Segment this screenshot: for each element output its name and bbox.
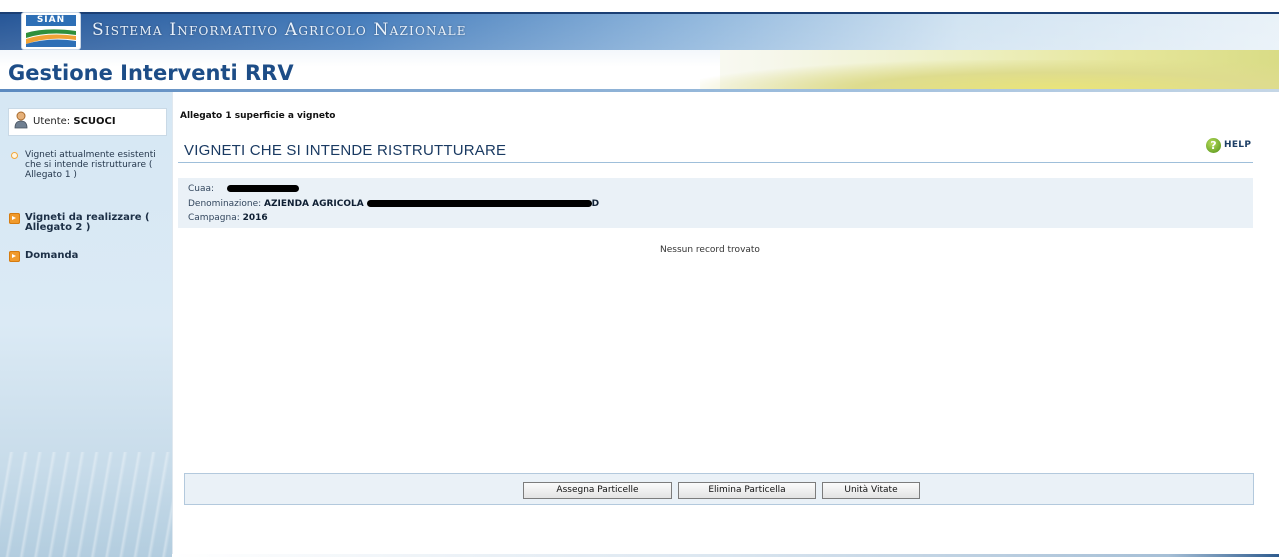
banner-top-rule bbox=[0, 12, 1279, 14]
denominazione-value: AZIENDA AGRICOLA bbox=[264, 199, 364, 209]
help-link[interactable]: HELP bbox=[1224, 140, 1251, 150]
sidebar-item-allegato2[interactable]: Vigneti da realizzare ( Allegato 2 ) bbox=[25, 213, 165, 233]
banner-top-strip bbox=[0, 0, 1279, 12]
user-label: Utente: bbox=[33, 116, 71, 127]
breadcrumb: Allegato 1 superficie a vigneto bbox=[180, 111, 336, 121]
sidebar-item-domanda-label: Domanda bbox=[25, 250, 79, 261]
unita-vitate-button[interactable]: Unità Vitate bbox=[822, 482, 920, 499]
user-info: Utente: SCUOCI bbox=[33, 116, 116, 127]
empty-message: Nessun record trovato bbox=[660, 245, 760, 255]
campagna-line: Campagna: 2016 bbox=[188, 213, 268, 223]
circle-bullet-icon bbox=[11, 152, 18, 159]
orange-arrow-icon bbox=[9, 251, 20, 262]
system-title: Sistema Informativo Agricolo Nazionale bbox=[92, 20, 467, 40]
page-title: VIGNETI CHE SI INTENDE RISTRUTTURARE bbox=[184, 142, 507, 159]
denominazione-suffix: D bbox=[591, 199, 600, 209]
orange-arrow-icon bbox=[9, 213, 20, 224]
sian-logo-text: SIAN bbox=[26, 15, 76, 26]
sidebar-item-allegato1[interactable]: Vigneti attualmente esistenti che si int… bbox=[25, 150, 165, 180]
app-title: Gestione Interventi RRV bbox=[8, 61, 294, 85]
sidebar-item-domanda[interactable]: Domanda bbox=[25, 251, 78, 261]
cuaa-label: Cuaa: bbox=[188, 184, 215, 194]
sidebar-divider bbox=[172, 92, 173, 557]
denominazione-redaction bbox=[366, 200, 592, 207]
sidebar-item-allegato2-label: Vigneti da realizzare ( Allegato 2 ) bbox=[25, 212, 150, 233]
sidebar-wheat-texture bbox=[0, 452, 172, 557]
title-underline bbox=[178, 162, 1253, 163]
cuaa-redaction bbox=[227, 185, 299, 192]
campagna-label: Campagna: bbox=[188, 213, 240, 223]
elimina-particella-button[interactable]: Elimina Particella bbox=[678, 482, 816, 499]
denominazione-label: Denominazione: bbox=[188, 199, 262, 209]
user-icon bbox=[14, 111, 28, 129]
denominazione-line: Denominazione: AZIENDA AGRICOLA D bbox=[188, 199, 599, 209]
cuaa-line: Cuaa: bbox=[188, 184, 299, 194]
help-icon[interactable]: ? bbox=[1206, 138, 1221, 153]
banner-wheat-field bbox=[700, 60, 1279, 92]
banner-bottom-rule bbox=[0, 89, 1279, 92]
user-name: SCUOCI bbox=[73, 116, 116, 127]
assegna-particelle-button[interactable]: Assegna Particelle bbox=[523, 482, 672, 499]
fields-logo-icon bbox=[26, 29, 76, 47]
sian-logo: SIAN bbox=[22, 13, 80, 49]
campagna-value: 2016 bbox=[242, 213, 268, 223]
